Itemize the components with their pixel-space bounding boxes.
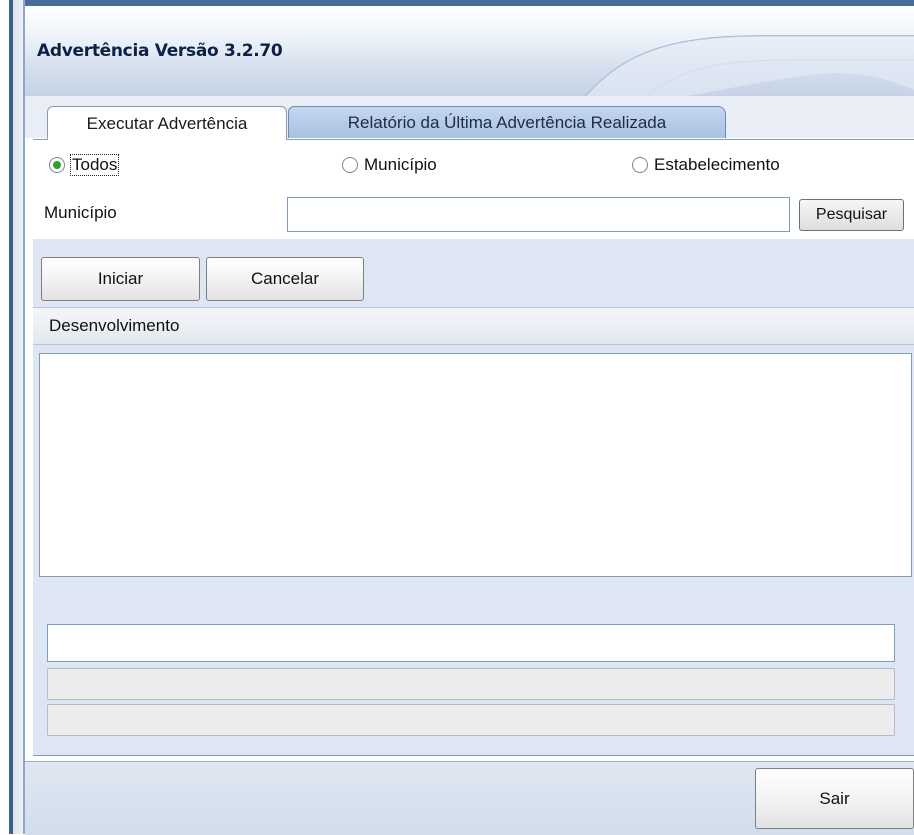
start-button-label: Iniciar — [97, 269, 144, 288]
search-button-label: Pesquisar — [815, 206, 888, 223]
exit-button-label: Sair — [819, 788, 850, 808]
tab-relatorio-label: Relatório da Última Advertência Realizad… — [347, 112, 667, 132]
status-field — [47, 624, 895, 662]
start-button[interactable]: Iniciar — [41, 257, 200, 301]
radio-municipio-label: Município — [364, 155, 437, 174]
municipio-input[interactable] — [287, 197, 790, 232]
radio-todos-label: Todos — [69, 154, 120, 176]
radio-todos[interactable]: Todos — [49, 153, 120, 177]
search-button[interactable]: Pesquisar — [799, 199, 904, 231]
radio-municipio[interactable]: Município — [342, 153, 437, 177]
progress-bar-2 — [47, 704, 895, 736]
radio-unselected-icon — [342, 157, 358, 173]
radio-unselected-icon — [632, 157, 648, 173]
progress-section-header: Desenvolvimento — [33, 307, 914, 345]
cancel-button[interactable]: Cancelar — [206, 257, 364, 301]
window-title: Advertência Versão 3.2.70 — [37, 41, 283, 61]
cancel-button-label: Cancelar — [250, 269, 320, 288]
radio-selected-icon — [49, 157, 65, 173]
municipio-label: Município — [44, 203, 117, 222]
window-left-edge — [13, 0, 23, 834]
progress-section-title: Desenvolvimento — [49, 316, 180, 335]
exit-button[interactable]: Sair — [755, 768, 914, 829]
log-listbox[interactable] — [39, 353, 912, 577]
tab-relatorio[interactable]: Relatório da Última Advertência Realizad… — [288, 106, 726, 138]
progress-bar-1 — [47, 668, 895, 700]
tab-executar[interactable]: Executar Advertência — [47, 106, 287, 140]
radio-estabelecimento-label: Estabelecimento — [654, 155, 780, 174]
tab-executar-label: Executar Advertência — [86, 113, 248, 133]
radio-estabelecimento[interactable]: Estabelecimento — [632, 153, 780, 177]
